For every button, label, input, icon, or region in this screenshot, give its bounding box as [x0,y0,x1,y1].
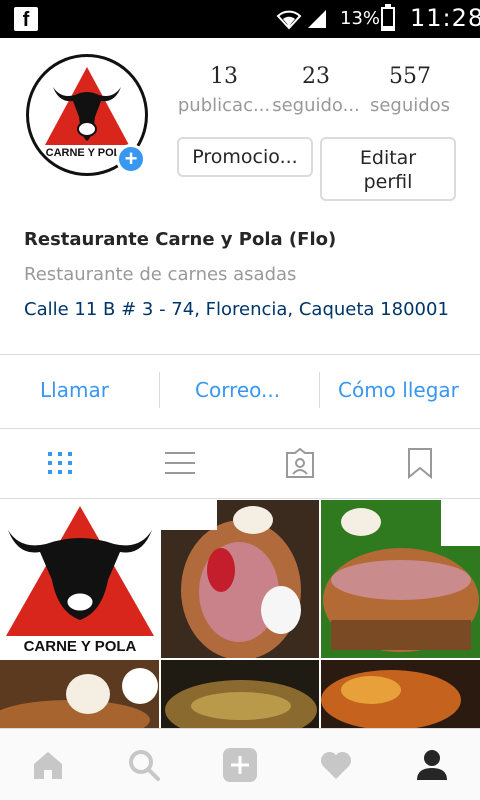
profile-address[interactable]: Calle 11 B # 3 - 74, Florencia, Caqueta … [24,299,449,320]
add-icon[interactable] [222,747,258,783]
grid-post[interactable] [321,660,480,728]
followers-count: 23 [302,64,330,89]
call-button[interactable]: Llamar [40,378,109,402]
grid-post[interactable] [161,500,319,658]
grid-icon[interactable] [42,446,78,480]
post-image [161,500,319,658]
wifi-icon [276,10,302,30]
home-icon[interactable] [30,747,66,783]
divider [159,372,160,408]
profile-name: Restaurante Carne y Pola (Flo) [24,229,337,250]
edit-profile-line1: Editar [359,147,417,169]
bottom-nav [0,728,480,800]
saved-icon[interactable] [402,446,438,480]
posts-count: 13 [210,64,238,89]
heart-icon[interactable] [318,747,354,783]
battery-percent: 13% [340,8,381,29]
search-icon[interactable] [126,747,162,783]
posts-label: publicac... [177,95,271,116]
followers-label: seguido... [272,95,360,116]
tagged-icon[interactable] [282,446,318,480]
edit-profile-line2: perfil [363,171,413,193]
grid-post[interactable] [321,500,480,658]
divider [0,498,480,499]
followers-stat[interactable]: 23 seguido... [268,64,364,116]
list-icon[interactable] [162,446,198,480]
post-logo-text: CARNE Y POLA [24,638,137,655]
profile-category: Restaurante de carnes asadas [24,264,297,285]
add-story-button[interactable]: + [116,144,146,174]
profile-icon[interactable] [414,747,450,783]
post-image [321,500,480,658]
posts-stat[interactable]: 13 publicac... [176,64,272,116]
following-count: 557 [389,64,431,89]
following-stat[interactable]: 557 seguidos [362,64,458,116]
grid-post[interactable] [0,660,159,728]
divider [0,428,480,429]
status-bar: f 13% 11:28 [0,0,480,38]
post-image [161,660,319,728]
edit-profile-button[interactable]: Editar perfil [320,137,456,201]
post-image [321,660,480,728]
divider [319,372,320,408]
post-image [0,660,159,728]
signal-icon [308,10,326,28]
post-image: CARNE Y POLA [6,506,154,655]
email-button[interactable]: Correo... [195,378,280,402]
clock: 11:28 [410,4,480,32]
following-label: seguidos [369,95,451,116]
grid-post[interactable] [161,660,319,728]
battery-icon [381,4,395,31]
battery-level [383,26,393,29]
divider [0,354,480,355]
grid-post[interactable]: CARNE Y POLA [0,500,159,658]
promote-button[interactable]: Promocio... [177,137,313,177]
directions-button[interactable]: Cómo llegar [338,378,459,402]
facebook-notification-icon: f [14,7,38,31]
